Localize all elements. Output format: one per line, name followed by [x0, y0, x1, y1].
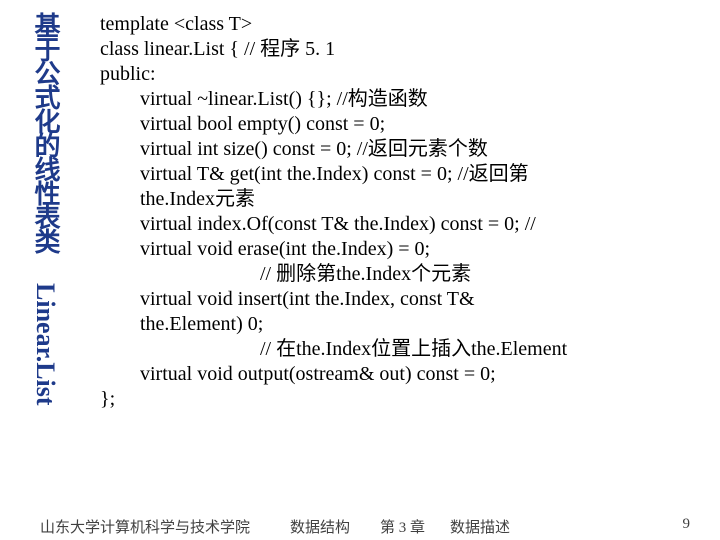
code-line: virtual int size() const = 0; //返回元素个数	[100, 137, 690, 162]
code-line: virtual void insert(int the.Index, const…	[100, 287, 690, 312]
code-block: template <class T> class linear.List { /…	[100, 12, 690, 412]
code-line: virtual void output(ostream& out) const …	[100, 362, 690, 387]
footer-course: 数据结构	[290, 516, 350, 537]
code-line: the.Element) 0;	[100, 312, 690, 337]
code-line: };	[100, 387, 690, 412]
code-line: // 在the.Index位置上插入the.Element	[100, 337, 690, 362]
code-line: public:	[100, 62, 690, 87]
code-line: template <class T>	[100, 12, 690, 37]
code-line: the.Index元素	[100, 187, 690, 212]
title-en: Linear.List	[31, 283, 60, 406]
vertical-title: 基于公式化的线性表类 Linear.List	[18, 12, 58, 406]
code-line: virtual index.Of(const T& the.Index) con…	[100, 212, 690, 237]
code-line: // 删除第the.Index个元素	[100, 262, 690, 287]
footer-chapter: 第 3 章	[380, 516, 425, 537]
code-line: virtual T& get(int the.Index) const = 0;…	[100, 162, 690, 187]
code-line: virtual void erase(int the.Index) = 0;	[100, 237, 690, 262]
title-cn: 基于公式化的线性表类	[31, 12, 60, 252]
code-line: virtual bool empty() const = 0;	[100, 112, 690, 137]
code-line: class linear.List { // 程序 5. 1	[100, 37, 690, 62]
footer-topic: 数据描述	[450, 516, 510, 537]
code-line: virtual ~linear.List() {}; //构造函数	[100, 87, 690, 112]
footer-institution: 山东大学计算机科学与技术学院	[40, 516, 250, 537]
footer-page-number: 9	[683, 516, 691, 533]
